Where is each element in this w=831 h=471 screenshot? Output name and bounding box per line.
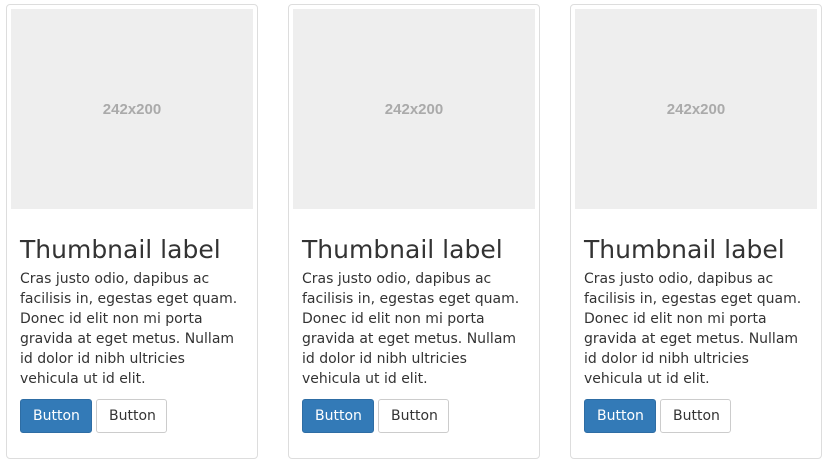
primary-button[interactable]: Button	[584, 399, 656, 433]
primary-button[interactable]: Button	[20, 399, 92, 433]
thumbnail-actions: Button Button	[584, 399, 808, 433]
thumbnail-actions: Button Button	[302, 399, 526, 433]
thumbnail-description: Cras justo odio, dapibus ac facilisis in…	[584, 271, 802, 387]
default-button[interactable]: Button	[660, 399, 731, 433]
default-button[interactable]: Button	[378, 399, 449, 433]
placeholder-image: 242x200	[11, 9, 253, 209]
primary-button[interactable]: Button	[302, 399, 374, 433]
thumbnail-actions: Button Button	[20, 399, 244, 433]
placeholder-image-text: 242x200	[666, 100, 726, 118]
thumbnail-description: Cras justo odio, dapibus ac facilisis in…	[20, 271, 238, 387]
thumbnail-caption: Thumbnail label Cras justo odio, dapibus…	[293, 209, 535, 433]
thumbnail-label: Thumbnail label	[584, 235, 785, 264]
thumbnail-card: 242x200 Thumbnail label Cras justo odio,…	[288, 4, 540, 459]
thumbnail-caption: Thumbnail label Cras justo odio, dapibus…	[575, 209, 817, 433]
thumbnail-card: 242x200 Thumbnail label Cras justo odio,…	[6, 4, 258, 459]
thumbnail-row: 242x200 Thumbnail label Cras justo odio,…	[0, 0, 831, 471]
thumbnail-caption: Thumbnail label Cras justo odio, dapibus…	[11, 209, 253, 433]
default-button[interactable]: Button	[96, 399, 167, 433]
placeholder-image-text: 242x200	[384, 100, 444, 118]
placeholder-image: 242x200	[293, 9, 535, 209]
thumbnail-description: Cras justo odio, dapibus ac facilisis in…	[302, 271, 520, 387]
thumbnail-card: 242x200 Thumbnail label Cras justo odio,…	[570, 4, 822, 459]
thumbnail-label: Thumbnail label	[302, 235, 503, 264]
thumbnail-label: Thumbnail label	[20, 235, 221, 264]
placeholder-image-text: 242x200	[102, 100, 162, 118]
placeholder-image: 242x200	[575, 9, 817, 209]
